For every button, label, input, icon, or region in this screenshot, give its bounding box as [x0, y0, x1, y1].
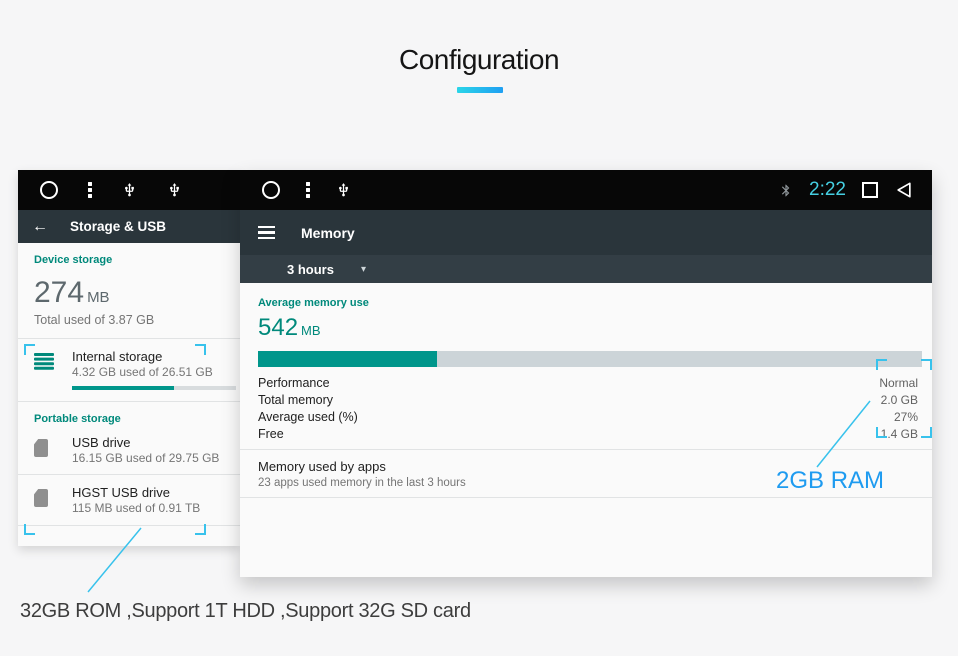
status-time: 2:22	[809, 179, 846, 201]
chevron-down-icon: ▾	[361, 264, 366, 275]
portable-storage-section-label: Portable storage	[34, 413, 240, 425]
hgst-drive-title: HGST USB drive	[72, 485, 236, 500]
stat-label: Performance	[258, 376, 330, 390]
stat-row-free: Free 1.4 GB	[258, 425, 918, 442]
divider	[18, 525, 240, 526]
home-circle-icon[interactable]	[262, 181, 280, 199]
page-title: Configuration	[0, 44, 958, 76]
bluetooth-icon	[779, 181, 793, 200]
internal-storage-progress	[72, 386, 236, 390]
rom-annotation: 32GB ROM ,Support 1T HDD ,Support 32G SD…	[20, 600, 471, 623]
stat-row-performance: Performance Normal	[258, 374, 918, 391]
divider	[240, 497, 932, 498]
memory-status-bar: 2:22	[240, 170, 932, 210]
internal-storage-subtitle: 4.32 GB used of 26.51 GB	[72, 365, 236, 379]
stat-value: 1.4 GB	[881, 427, 918, 441]
menu-hamburger-icon[interactable]	[258, 226, 275, 239]
device-storage-number: 274	[34, 276, 84, 309]
average-memory-label: Average memory use	[258, 297, 932, 309]
internal-storage-icon	[34, 353, 56, 379]
sd-card-icon	[34, 439, 56, 465]
time-range-selector[interactable]: 3 hours ▾	[240, 255, 932, 283]
internal-storage-row[interactable]: Internal storage 4.32 GB used of 26.51 G…	[18, 339, 240, 379]
back-arrow-icon[interactable]: ←	[32, 218, 48, 236]
device-storage-unit: MB	[87, 289, 110, 306]
ram-annotation: 2GB RAM	[776, 467, 884, 495]
stat-value: 27%	[894, 410, 918, 424]
hgst-drive-subtitle: 115 MB used of 0.91 TB	[72, 501, 236, 515]
back-triangle-icon[interactable]	[894, 180, 914, 200]
average-memory-value: 542MB	[258, 314, 932, 342]
divider	[240, 449, 932, 450]
storage-app-title: Storage & USB	[70, 219, 166, 234]
device-storage-section-label: Device storage	[34, 254, 240, 266]
recents-square-icon[interactable]	[862, 182, 878, 198]
home-circle-icon[interactable]	[40, 181, 58, 199]
device-storage-subtitle: Total used of 3.87 GB	[34, 313, 240, 327]
storage-status-bar	[18, 170, 240, 210]
usb-icon	[122, 180, 137, 200]
title-underline	[457, 87, 503, 93]
memory-stats-table: Performance Normal Total memory 2.0 GB A…	[258, 374, 918, 442]
usb-icon	[167, 180, 182, 200]
average-memory-unit: MB	[301, 323, 321, 338]
stat-row-average-used: Average used (%) 27%	[258, 408, 918, 425]
overflow-dots-icon	[88, 182, 92, 198]
memory-screen: 2:22 Memory 3 hours ▾ Average memory use…	[240, 170, 932, 577]
usb-drive-subtitle: 16.15 GB used of 29.75 GB	[72, 451, 236, 465]
stat-label: Average used (%)	[258, 410, 358, 424]
memory-app-title: Memory	[301, 225, 355, 241]
device-storage-value: 274MB	[34, 276, 240, 310]
sd-card-icon	[34, 489, 56, 515]
divider	[18, 401, 240, 402]
stat-label: Free	[258, 427, 284, 441]
memory-usage-bar	[258, 351, 922, 367]
hgst-usb-drive-row[interactable]: HGST USB drive 115 MB used of 0.91 TB	[18, 475, 240, 515]
usb-icon	[336, 180, 351, 200]
overflow-dots-icon	[306, 182, 310, 198]
stat-row-total-memory: Total memory 2.0 GB	[258, 391, 918, 408]
usb-drive-row[interactable]: USB drive 16.15 GB used of 29.75 GB	[18, 425, 240, 465]
stat-label: Total memory	[258, 393, 333, 407]
internal-storage-title: Internal storage	[72, 349, 236, 364]
storage-usb-screen: ← Storage & USB Device storage 274MB Tot…	[18, 170, 240, 546]
memory-app-bar: Memory	[240, 210, 932, 255]
time-range-value: 3 hours	[287, 262, 334, 277]
stat-value: Normal	[879, 376, 918, 390]
storage-app-bar: ← Storage & USB	[18, 210, 240, 243]
stat-value: 2.0 GB	[881, 393, 918, 407]
usb-drive-title: USB drive	[72, 435, 236, 450]
average-memory-number: 542	[258, 314, 298, 341]
